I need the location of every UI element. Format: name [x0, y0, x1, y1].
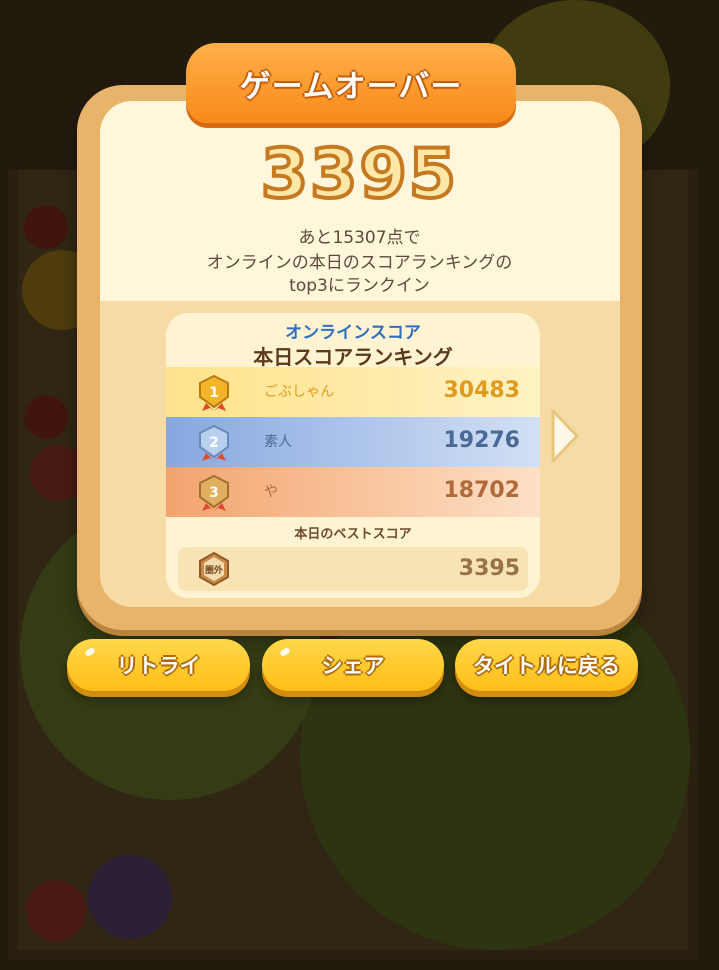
back-to-title-button[interactable]: タイトルに戻る: [455, 639, 638, 691]
game-screen: ゲームオーバー 3395 あと15307点で オンラインの本日のスコアランキング…: [0, 0, 719, 970]
message-line-2: オンラインの本日のスコアランキングの: [206, 253, 513, 273]
gold-medal-icon: 1: [199, 374, 229, 411]
best-score-label: 本日のベストスコア: [294, 527, 412, 542]
rank-number: 3: [209, 485, 219, 501]
dialog-title: ゲームオーバー: [239, 68, 463, 105]
retry-button-label: リトライ: [116, 654, 201, 678]
bronze-medal-icon: 3: [199, 474, 229, 511]
player-score: 18702: [443, 478, 520, 503]
player-score: 19276: [443, 428, 520, 453]
next-page-arrow-icon[interactable]: [547, 405, 583, 467]
ranking-subtitle: オンラインスコア: [285, 323, 421, 343]
ranking-row: 2 素人 19276: [166, 417, 540, 467]
title-banner: ゲームオーバー: [172, 43, 530, 123]
share-button-label: シェア: [321, 654, 385, 678]
player-name: や: [264, 484, 278, 500]
retry-button[interactable]: リトライ: [67, 639, 250, 691]
message-line-3: top3にランクイン: [289, 276, 430, 296]
player-score: 30483: [443, 378, 520, 403]
back-to-title-button-label: タイトルに戻る: [473, 654, 620, 678]
best-score-value: 3395: [458, 556, 520, 581]
best-rank-text: 圏外: [205, 564, 223, 576]
best-score-row: 圏外 3395: [178, 547, 528, 591]
rank-number: 2: [209, 435, 219, 451]
silver-medal-icon: 2: [199, 424, 229, 461]
ranking-title: 本日スコアランキング: [253, 345, 453, 369]
final-score: 3395: [259, 133, 459, 216]
share-button[interactable]: シェア: [262, 639, 444, 691]
button-shine: [84, 646, 96, 658]
player-name: ごぶしゃん: [264, 384, 334, 400]
rank-number: 1: [209, 385, 219, 401]
out-of-rank-badge-icon: 圏外: [199, 551, 229, 587]
button-shine: [279, 646, 291, 658]
player-name: 素人: [264, 434, 292, 450]
ranking-row: 1 ごぶしゃん 30483: [166, 367, 540, 417]
ranking-row: 3 や 18702: [166, 467, 540, 517]
ranking-card: オンラインスコア 本日スコアランキング 1 ごぶしゃん 30483 2 素人 1…: [166, 313, 540, 598]
message-line-1: あと15307点で: [298, 228, 421, 248]
